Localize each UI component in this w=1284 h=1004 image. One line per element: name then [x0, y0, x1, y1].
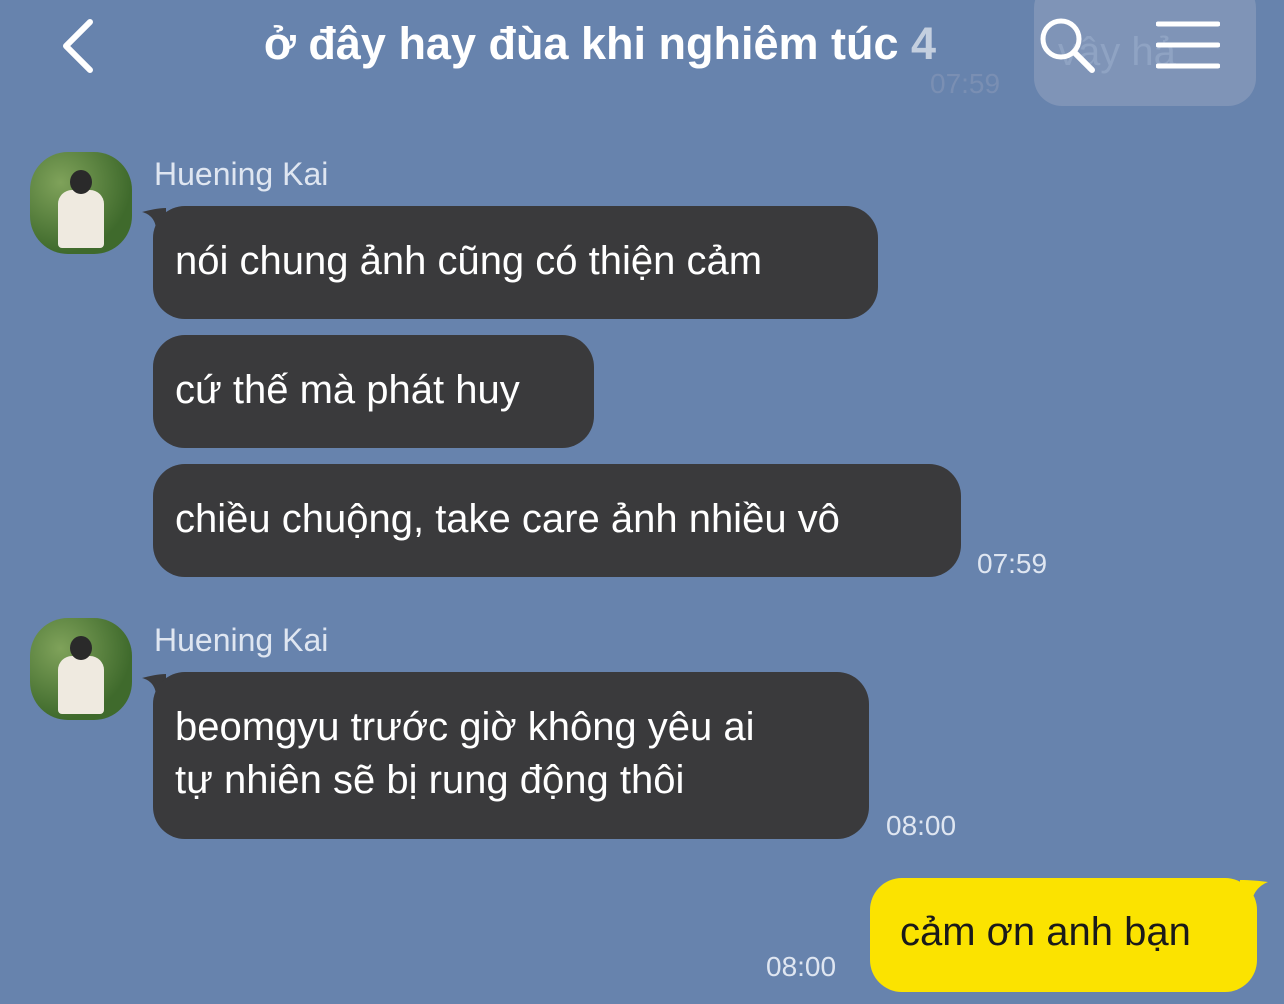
sender-name: Huening Kai	[154, 156, 329, 192]
message-text-line: beomgyu trước giờ không yêu ai	[175, 705, 755, 749]
search-icon	[1040, 18, 1095, 73]
menu-icon	[1155, 21, 1221, 69]
message-bubble[interactable]: beomgyu trước giờ không yêu ai tự nhiên …	[153, 672, 869, 839]
message-text: cứ thế mà phát huy	[175, 368, 520, 412]
back-button[interactable]	[56, 16, 106, 76]
avatar[interactable]	[30, 152, 132, 254]
menu-button[interactable]	[1155, 20, 1221, 70]
message-bubble[interactable]: nói chung ảnh cũng có thiện cảm	[153, 206, 878, 319]
chat-title: ở đây hay đùa khi nghiêm túc 4	[150, 18, 1050, 70]
message-text: nói chung ảnh cũng có thiện cảm	[175, 239, 763, 283]
message-timestamp: 08:00	[886, 810, 957, 841]
avatar-figure-head	[70, 170, 92, 194]
chat-header: vậy hả 07:59 ở đây hay đùa khi nghiêm tú…	[0, 0, 1284, 106]
avatar-figure-body	[58, 656, 104, 714]
avatar[interactable]	[30, 618, 132, 720]
outgoing-message-bubble[interactable]: cảm ơn anh bạn	[870, 878, 1257, 992]
member-count: 4	[911, 18, 937, 69]
message-text: cảm ơn anh bạn	[900, 910, 1191, 954]
message-timestamp: 08:00	[766, 951, 837, 982]
message-timestamp: 07:59	[977, 548, 1048, 579]
avatar-figure-body	[58, 190, 104, 248]
message-bubble[interactable]: cứ thế mà phát huy	[153, 335, 594, 448]
search-button[interactable]	[1036, 14, 1098, 76]
scrolled-message-time: 07:59	[930, 68, 1001, 99]
message-bubble[interactable]: chiều chuộng, take care ảnh nhiều vô	[153, 464, 961, 577]
message-text: chiều chuộng, take care ảnh nhiều vô	[175, 497, 840, 541]
message-text-line: tự nhiên sẽ bị rung động thôi	[175, 758, 685, 802]
chat-title-text: ở đây hay đùa khi nghiêm túc	[263, 18, 899, 69]
sender-name: Huening Kai	[154, 622, 329, 658]
chevron-left-icon	[63, 19, 93, 73]
avatar-figure-head	[70, 636, 92, 660]
